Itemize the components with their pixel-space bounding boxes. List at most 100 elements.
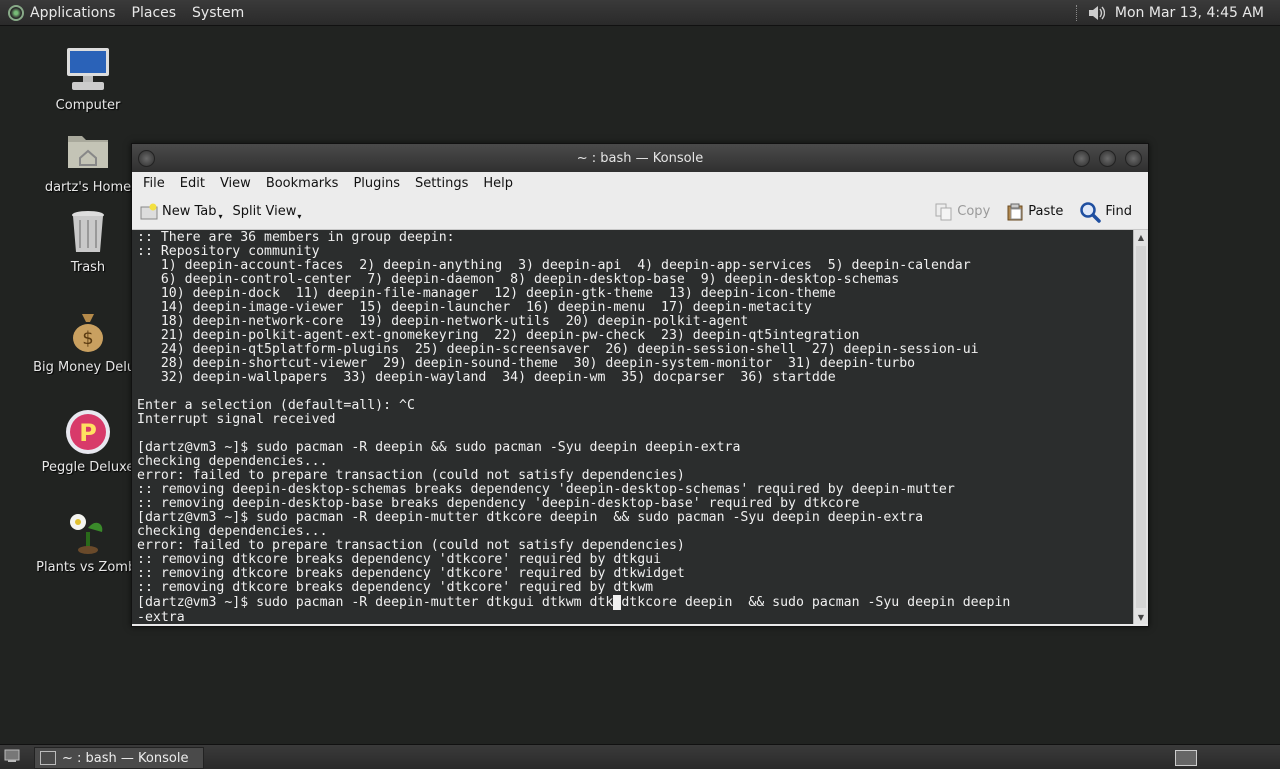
terminal-line: error: failed to prepare transaction (co… [137,538,685,553]
chevron-down-icon: ▾ [297,212,302,221]
desktop-icon-computer[interactable]: Computer [33,46,143,113]
terminal-line: checking dependencies... [137,524,328,539]
desktop-icon-peggle[interactable]: P Peggle Deluxe [33,408,143,475]
split-view-label: Split View [232,204,297,219]
menu-help[interactable]: Help [483,176,520,191]
terminal-line: 24) deepin-qt5platform-plugins 25) deepi… [137,342,979,357]
desktop-icon-label: Big Money Delux [33,360,143,375]
copy-label: Copy [957,204,991,219]
prompt-before-cursor: [dartz@vm3 ~]$ sudo pacman -R deepin-mut… [137,595,614,610]
menubar: File Edit View Bookmarks Plugins Setting… [132,172,1148,194]
scroll-down-arrow-icon[interactable]: ▼ [1134,610,1148,624]
minimize-button[interactable] [1073,150,1090,167]
window-title: ~ : bash — Konsole [576,150,704,166]
taskbar-item-konsole[interactable]: ~ : bash — Konsole [34,747,204,769]
copy-button[interactable]: Copy [935,203,990,221]
terminal-output: :: There are 36 members in group deepin:… [132,230,1133,595]
terminal-line: [dartz@vm3 ~]$ sudo pacman -R deepin && … [137,440,741,455]
desktop-icon-label: Plants vs Zombi [36,560,140,575]
menu-places[interactable]: Places [126,5,187,21]
terminal-line: 6) deepin-control-center 7) deepin-daemo… [137,272,900,287]
plant-icon [64,508,112,556]
terminal-line: :: removing deepin-desktop-schemas break… [137,482,955,497]
terminal-line: [dartz@vm3 ~]$ sudo pacman -R deepin-mut… [137,510,924,525]
show-desktop-icon[interactable] [4,749,20,763]
svg-text:$: $ [82,328,93,349]
scroll-up-arrow-icon[interactable]: ▲ [1134,230,1148,244]
close-button[interactable] [1125,150,1142,167]
svg-text:P: P [79,419,97,447]
window-titlebar[interactable]: ~ : bash — Konsole [132,144,1148,172]
terminal-line: 28) deepin-shortcut-viewer 29) deepin-so… [137,356,916,371]
paste-button[interactable]: Paste [1006,203,1063,221]
terminal-line: :: removing dtkcore breaks dependency 'd… [137,580,654,595]
terminal-line: checking dependencies... [137,454,328,469]
paste-icon [1006,203,1024,221]
terminal-line: 21) deepin-polkit-agent-ext-gnomekeyring… [137,328,860,343]
peggle-icon: P [64,408,112,456]
terminal-prompt-line: [dartz@vm3 ~]$ sudo pacman -R deepin-mut… [132,595,1133,610]
menu-applications[interactable]: Applications [30,5,126,21]
toolbar-right-group: Copy Paste Find [935,194,1148,229]
terminal-line: :: Repository community [137,244,320,259]
desktop-icon-big-money[interactable]: $ Big Money Delux [33,308,143,375]
money-bag-icon: $ [64,308,112,356]
desktop-icon-home[interactable]: dartz's Home [33,128,143,195]
bottom-panel: ~ : bash — Konsole [0,744,1280,769]
workspace-switcher[interactable] [1175,750,1197,766]
terminal-line: :: removing dtkcore breaks dependency 'd… [137,552,662,567]
menu-file[interactable]: File [143,176,172,191]
find-label: Find [1105,204,1132,219]
window-menu-button[interactable] [138,150,155,167]
terminal-icon [40,751,56,765]
volume-icon[interactable] [1087,4,1106,22]
split-view-button[interactable]: Split View ▾ [232,204,302,221]
terminal-line: Interrupt signal received [137,412,336,427]
terminal-line: Enter a selection (default=all): ^C [137,398,415,413]
find-button[interactable]: Find [1079,201,1132,223]
terminal-line: error: failed to prepare transaction (co… [137,468,685,483]
desktop-icon-label: Peggle Deluxe [41,460,135,475]
menu-edit[interactable]: Edit [180,176,212,191]
toolbar: New Tab ▾ Split View ▾ Copy Paste Find [132,194,1148,230]
menu-view[interactable]: View [220,176,258,191]
menu-settings[interactable]: Settings [415,176,475,191]
maximize-button[interactable] [1099,150,1116,167]
home-folder-icon [64,128,112,176]
new-tab-icon [140,203,158,221]
scrollbar-thumb[interactable] [1136,246,1146,608]
desktop-icon-label: Computer [55,98,121,113]
new-tab-label: New Tab [162,204,217,219]
desktop-icon-trash[interactable]: Trash [33,208,143,275]
terminal-wrap-line: -extra [137,610,185,625]
desktop-icon-label: dartz's Home [44,180,132,195]
top-panel: Applications Places System Mon Mar 13, 4… [0,0,1280,26]
terminal-line: 14) deepin-image-viewer 15) deepin-launc… [137,300,812,315]
taskbar-item-label: ~ : bash — Konsole [62,750,189,766]
terminal-line: :: There are 36 members in group deepin: [137,230,455,245]
computer-icon [64,46,112,94]
distro-logo-icon[interactable] [8,4,24,21]
panel-separator [1075,4,1079,21]
terminal-line: 10) deepin-dock 11) deepin-file-manager … [137,286,836,301]
terminal-line: 32) deepin-wallpapers 33) deepin-wayland… [137,370,836,385]
clock[interactable]: Mon Mar 13, 4:45 AM [1115,5,1264,21]
trash-icon [64,208,112,256]
terminal-view[interactable]: :: There are 36 members in group deepin:… [132,230,1133,624]
terminal-scrollbar[interactable]: ▲ ▼ [1133,230,1148,624]
menu-bookmarks[interactable]: Bookmarks [266,176,346,191]
desktop-icon-label: Trash [70,260,106,275]
terminal-line: :: removing deepin-desktop-base breaks d… [137,496,860,511]
konsole-window: ~ : bash — Konsole File Edit View Bookma… [131,143,1149,627]
menu-plugins[interactable]: Plugins [353,176,407,191]
terminal-line: 18) deepin-network-core 19) deepin-netwo… [137,314,749,329]
terminal-line: :: removing dtkcore breaks dependency 'd… [137,566,685,581]
prompt-after-cursor: dtkcore deepin && sudo pacman -Syu deepi… [621,595,1011,610]
menu-system[interactable]: System [186,5,254,21]
search-icon [1079,201,1102,223]
copy-icon [935,203,953,221]
desktop-icon-plants-vs-zombies[interactable]: Plants vs Zombi [33,508,143,575]
new-tab-button[interactable]: New Tab ▾ [140,203,223,221]
